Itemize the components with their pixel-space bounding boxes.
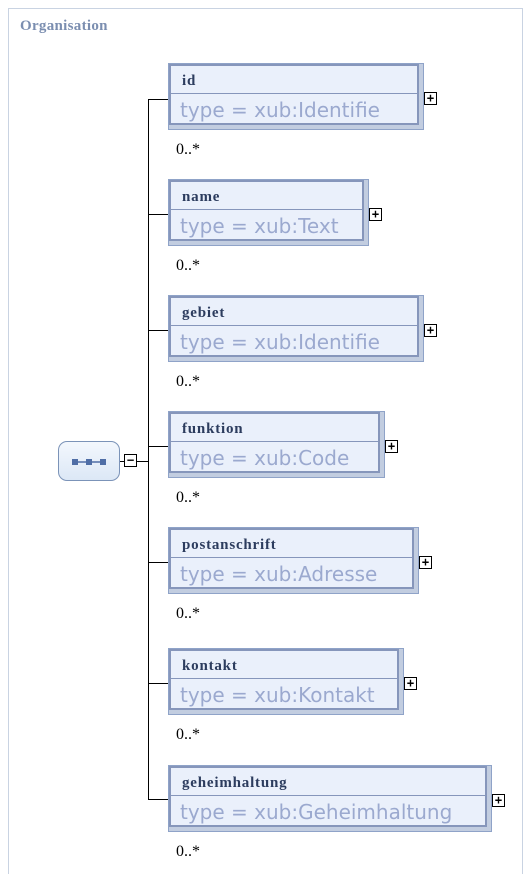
branch-line xyxy=(148,214,168,215)
element-type: type = xub:Identifie xyxy=(180,98,380,122)
element-box-inner: id type = xub:Identifie xyxy=(169,64,419,125)
element-box-inner: name type = xub:Text xyxy=(169,180,364,241)
expand-toggle-icon[interactable]: + xyxy=(419,556,432,569)
expand-toggle-icon[interactable]: + xyxy=(424,92,437,105)
branch-line xyxy=(148,330,168,331)
expand-toggle-icon[interactable]: + xyxy=(492,794,505,807)
element-box-inner: funktion type = xub:Code xyxy=(169,412,380,473)
sequence-compositor-icon xyxy=(72,459,106,465)
element-box-inner: kontakt type = xub:Kontakt xyxy=(169,649,399,710)
expand-toggle-icon[interactable]: + xyxy=(369,208,382,221)
element-box-postanschrift[interactable]: postanschrift type = xub:Adresse xyxy=(168,527,419,594)
element-divider xyxy=(171,209,362,210)
element-divider xyxy=(171,325,417,326)
element-divider xyxy=(171,678,397,679)
element-box-inner: gebiet type = xub:Identifie xyxy=(169,296,419,357)
element-box-kontakt[interactable]: kontakt type = xub:Kontakt xyxy=(168,648,404,715)
branch-line xyxy=(148,799,168,800)
element-divider xyxy=(171,795,485,796)
element-type: type = xub:Geheimhaltung xyxy=(180,800,453,824)
element-type: type = xub:Text xyxy=(180,214,339,238)
element-divider xyxy=(171,93,417,94)
element-box-id[interactable]: id type = xub:Identifie xyxy=(168,63,424,130)
element-box-inner: postanschrift type = xub:Adresse xyxy=(169,528,414,589)
element-divider xyxy=(171,441,378,442)
branch-line xyxy=(148,562,168,563)
collapse-toggle-icon[interactable]: − xyxy=(124,454,137,467)
element-cardinality: 0..* xyxy=(176,257,200,274)
element-name: funktion xyxy=(182,421,244,437)
element-box-name[interactable]: name type = xub:Text xyxy=(168,179,369,246)
element-type: type = xub:Identifie xyxy=(180,330,380,354)
element-name: id xyxy=(182,73,197,89)
element-cardinality: 0..* xyxy=(176,373,200,390)
element-cardinality: 0..* xyxy=(176,489,200,506)
element-box-geheimhaltung[interactable]: geheimhaltung type = xub:Geheimhaltung xyxy=(168,765,492,832)
element-cardinality: 0..* xyxy=(176,605,200,622)
element-box-inner: geheimhaltung type = xub:Geheimhaltung xyxy=(169,766,487,827)
expand-toggle-icon[interactable]: + xyxy=(404,677,417,690)
element-cardinality: 0..* xyxy=(176,726,200,743)
element-name: postanschrift xyxy=(182,537,277,553)
sequence-trunk-line xyxy=(148,99,149,799)
element-type: type = xub:Adresse xyxy=(180,562,378,586)
element-cardinality: 0..* xyxy=(176,141,200,158)
sequence-compositor[interactable] xyxy=(58,441,120,481)
branch-line xyxy=(148,99,168,100)
branch-line xyxy=(148,683,168,684)
element-cardinality: 0..* xyxy=(176,843,200,860)
element-name: geheimhaltung xyxy=(182,775,288,791)
complex-type-title: Organisation xyxy=(20,18,108,34)
element-type: type = xub:Kontakt xyxy=(180,683,375,707)
element-box-gebiet[interactable]: gebiet type = xub:Identifie xyxy=(168,295,424,362)
element-name: kontakt xyxy=(182,658,238,674)
expand-toggle-icon[interactable]: + xyxy=(385,440,398,453)
element-name: name xyxy=(182,189,221,205)
expand-toggle-icon[interactable]: + xyxy=(424,324,437,337)
branch-line xyxy=(148,446,168,447)
element-type: type = xub:Code xyxy=(180,446,350,470)
element-box-funktion[interactable]: funktion type = xub:Code xyxy=(168,411,385,478)
sequence-to-trunk-connector xyxy=(137,461,148,462)
element-name: gebiet xyxy=(182,305,226,321)
element-divider xyxy=(171,557,412,558)
